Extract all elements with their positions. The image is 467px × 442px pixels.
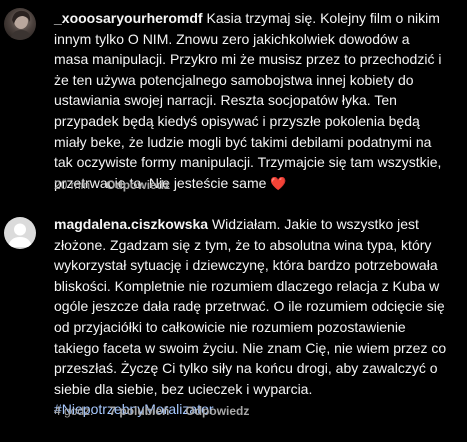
comment-meta: 4 godz. 7 polubień Odpowiedz — [54, 404, 265, 418]
avatar[interactable] — [4, 8, 36, 40]
comment-username[interactable]: magdalena.ciszkowska — [54, 216, 208, 232]
comment-text: magdalena.ciszkowska Widziałam. Jakie to… — [54, 214, 464, 420]
comment-time: 4 godz. — [54, 404, 94, 418]
comment-text: _xooosaryourheromdf Kasia trzymaj się. K… — [54, 8, 464, 194]
reply-button[interactable]: Odpowiedz — [106, 178, 170, 192]
comment-time: 20 min — [54, 178, 91, 192]
likes-count-button[interactable]: 7 polubień — [109, 404, 169, 418]
avatar[interactable] — [4, 217, 36, 249]
comment-meta: 20 min Odpowiedz — [54, 178, 186, 192]
reply-button[interactable]: Odpowiedz — [185, 404, 249, 418]
comment-username[interactable]: _xooosaryourheromdf — [54, 10, 203, 26]
avatar-photo — [4, 8, 36, 40]
comment-body: Kasia trzymaj się. Kolejny film o nikim … — [54, 10, 442, 191]
comment-body: Widziałam. Jakie to wszystko jest złożon… — [54, 216, 447, 397]
heart-emoji: ❤️ — [270, 175, 287, 191]
default-avatar-icon — [4, 217, 36, 249]
